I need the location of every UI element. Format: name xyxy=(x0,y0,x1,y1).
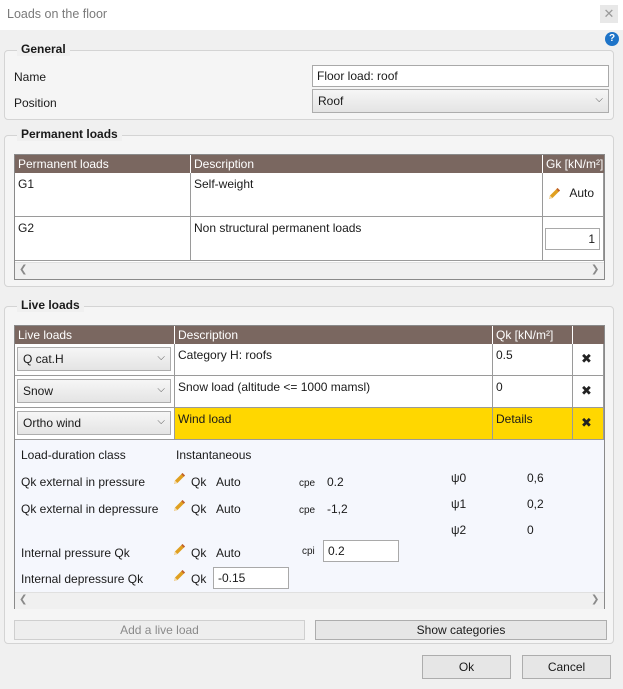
general-group: General Name Floor load: roof Position R… xyxy=(4,42,614,120)
live-type-cell: Ortho wind ⌵ xyxy=(15,408,175,440)
live-col-header-delete xyxy=(573,326,604,344)
table-row[interactable]: Non structural permanent loads xyxy=(191,217,543,261)
qk-auto: Auto xyxy=(216,475,241,489)
window-title: Loads on the floor xyxy=(7,7,108,21)
internal-pressure-label: Internal pressure Qk xyxy=(21,546,130,560)
qk-word: Qk xyxy=(191,475,207,489)
show-categories-button[interactable]: Show categories xyxy=(315,620,607,640)
scroll-right-icon[interactable]: ❯ xyxy=(591,594,599,605)
delete-cell: ✖ xyxy=(573,344,604,376)
live-col-header-type: Live loads xyxy=(15,326,175,344)
cpe-label: cpe xyxy=(299,505,316,516)
internal-depressure-label: Internal depressure Qk xyxy=(21,572,144,586)
position-select[interactable]: Roof ⌵ xyxy=(312,89,609,113)
delete-icon[interactable]: ✖ xyxy=(581,383,592,399)
internal-depressure-input[interactable]: -0.15 xyxy=(213,567,289,589)
psi0-label: ψ0 xyxy=(451,471,467,485)
delete-cell: ✖ xyxy=(573,408,604,440)
cpi-label: cpi xyxy=(302,546,315,557)
gk-auto-value: Auto xyxy=(569,186,595,201)
cpi-input[interactable]: 0.2 xyxy=(323,540,399,562)
chevron-down-icon: ⌵ xyxy=(157,384,165,395)
qk-word: Qk xyxy=(191,502,207,516)
cpe-pressure-value: 0.2 xyxy=(327,475,344,489)
live-loads-group: Live loads Live loads Description Qk [kN… xyxy=(4,298,614,644)
live-horizontal-scrollbar[interactable]: ❮ ❯ xyxy=(15,592,604,609)
qk-auto: Auto xyxy=(216,502,241,516)
psi1-value: 0,2 xyxy=(527,497,544,511)
live-type-cell: Snow ⌵ xyxy=(15,376,175,408)
permanent-loads-table: Permanent loads Description Gk [kN/m²] G… xyxy=(14,154,605,280)
cpe-label: cpe xyxy=(299,478,316,489)
live-type-select[interactable]: Snow ⌵ xyxy=(17,379,171,403)
qk-auto: Auto xyxy=(216,546,241,560)
live-loads-table: Live loads Description Qk [kN/m²] Q cat.… xyxy=(14,325,605,609)
name-input[interactable]: Floor load: roof xyxy=(312,65,609,87)
scroll-right-icon[interactable]: ❯ xyxy=(591,264,599,275)
live-type-select-value: Q cat.H xyxy=(23,352,64,366)
delete-icon[interactable]: ✖ xyxy=(581,415,592,431)
pencil-icon[interactable] xyxy=(546,186,562,202)
add-live-load-button[interactable]: Add a live load xyxy=(14,620,305,640)
live-col-header-description: Description xyxy=(175,326,493,344)
pencil-icon[interactable] xyxy=(171,498,187,514)
title-bar: Loads on the floor ✕ xyxy=(0,0,623,30)
position-select-value: Roof xyxy=(318,94,344,108)
psi2-label: ψ2 xyxy=(451,523,467,537)
gk-value-input[interactable]: 1 xyxy=(545,228,600,250)
permanent-loads-group: Permanent loads Permanent loads Descript… xyxy=(4,127,614,287)
scroll-left-icon[interactable]: ❮ xyxy=(19,594,27,605)
pencil-icon[interactable] xyxy=(171,568,187,584)
name-label: Name xyxy=(14,70,47,84)
qk-word: Qk xyxy=(191,546,207,560)
chevron-down-icon: ⌵ xyxy=(595,94,603,105)
ok-button[interactable]: Ok xyxy=(422,655,511,679)
qk-ext-pressure-label: Qk external in pressure xyxy=(21,475,146,489)
table-row[interactable]: Wind load xyxy=(175,408,493,440)
wind-details-panel: Load-duration class Instantaneous Qk ext… xyxy=(15,440,604,592)
permanent-col-header-description: Description xyxy=(191,155,543,173)
close-icon[interactable]: ✕ xyxy=(600,5,618,23)
live-col-header-qk: Qk [kN/m²] xyxy=(493,326,573,344)
psi0-value: 0,6 xyxy=(527,471,544,485)
table-row[interactable]: 0 xyxy=(493,376,573,408)
chevron-down-icon: ⌵ xyxy=(157,416,165,427)
gk-auto-cell[interactable]: Auto xyxy=(543,173,604,217)
cancel-button[interactable]: Cancel xyxy=(522,655,611,679)
scroll-left-icon[interactable]: ❮ xyxy=(19,264,27,275)
position-label: Position xyxy=(14,96,57,110)
ldc-value: Instantaneous xyxy=(176,448,252,462)
chevron-down-icon: ⌵ xyxy=(157,352,165,363)
gk-value-cell: 1 xyxy=(543,217,604,261)
psi1-label: ψ1 xyxy=(451,497,467,511)
ldc-label: Load-duration class xyxy=(21,448,126,462)
live-type-select-value: Ortho wind xyxy=(23,416,82,430)
permanent-horizontal-scrollbar[interactable]: ❮ ❯ xyxy=(15,262,604,279)
qk-word: Qk xyxy=(191,572,207,586)
delete-icon[interactable]: ✖ xyxy=(581,351,592,367)
qk-ext-depressure-label: Qk external in depressure xyxy=(21,502,159,516)
table-row[interactable]: 0.5 xyxy=(493,344,573,376)
psi2-value: 0 xyxy=(527,523,534,537)
live-type-select[interactable]: Ortho wind ⌵ xyxy=(17,411,171,435)
table-row[interactable]: Category H: roofs xyxy=(175,344,493,376)
table-row[interactable]: Snow load (altitude <= 1000 mamsl) xyxy=(175,376,493,408)
general-title: General xyxy=(17,42,70,56)
live-type-select[interactable]: Q cat.H ⌵ xyxy=(17,347,171,371)
help-icon[interactable]: ? xyxy=(605,32,619,46)
details-cell[interactable]: Details xyxy=(493,408,573,440)
permanent-loads-title: Permanent loads xyxy=(17,127,122,141)
table-row[interactable]: Self-weight xyxy=(191,173,543,217)
live-type-cell: Q cat.H ⌵ xyxy=(15,344,175,376)
table-row[interactable]: G1 xyxy=(15,173,191,217)
live-type-select-value: Snow xyxy=(23,384,54,398)
table-row[interactable]: G2 xyxy=(15,217,191,261)
pencil-icon[interactable] xyxy=(171,542,187,558)
pencil-icon[interactable] xyxy=(171,471,187,487)
permanent-col-header-gk: Gk [kN/m²] xyxy=(543,155,604,173)
delete-cell: ✖ xyxy=(573,376,604,408)
permanent-col-header-name: Permanent loads xyxy=(15,155,191,173)
live-loads-title: Live loads xyxy=(17,298,84,312)
cpe-depressure-value: -1,2 xyxy=(327,502,348,516)
